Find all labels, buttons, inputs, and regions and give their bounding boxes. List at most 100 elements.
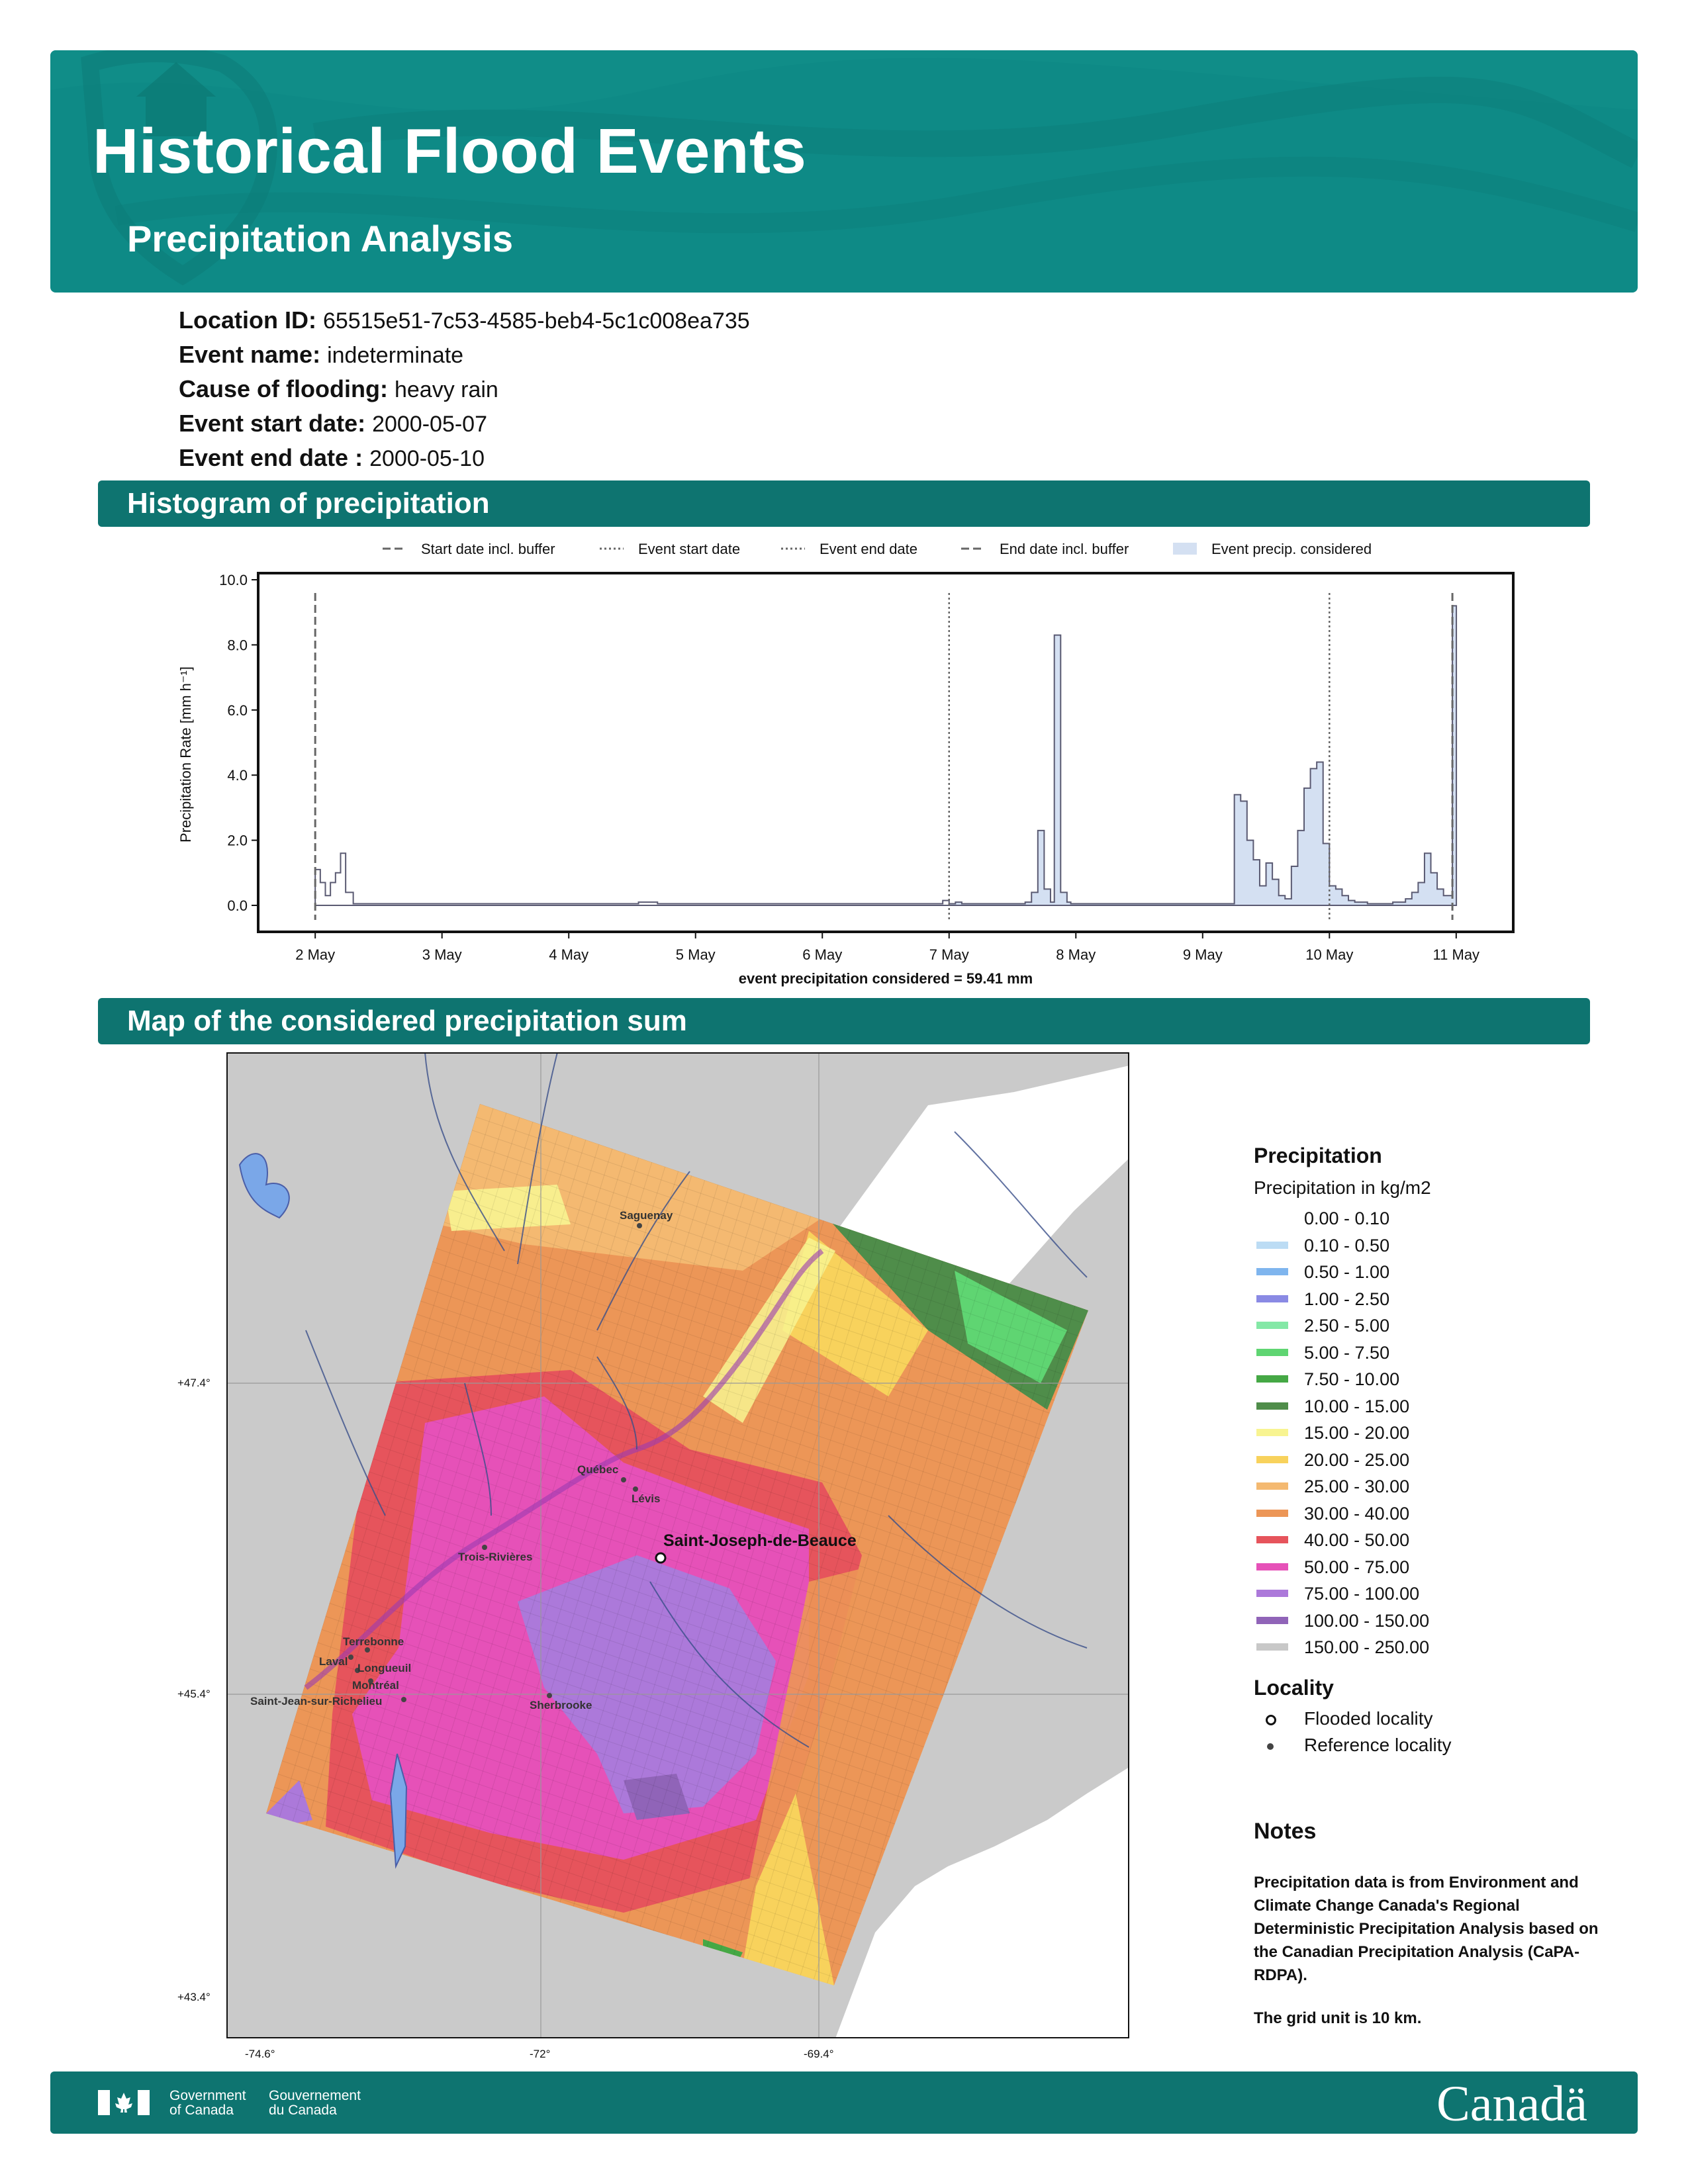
- legend-swatch: [1256, 1295, 1288, 1302]
- legend-class-item: 1.00 - 2.50: [1254, 1286, 1624, 1313]
- filled-dot-icon: [1267, 1743, 1274, 1750]
- location-id-label: Location ID:: [179, 306, 316, 334]
- precipitation-histogram: Start date incl. buffer Event start date E…: [0, 529, 1688, 993]
- legend-class-item: 150.00 - 250.00: [1254, 1634, 1624, 1661]
- location-id-row: Location ID: 65515e51-7c53-4585-beb4-5c1c…: [179, 303, 750, 338]
- trois-rivieres-dot: [482, 1545, 487, 1550]
- y-tick-label: 2.0: [227, 833, 248, 849]
- footer: Government of Canada Gouvernement du Can…: [50, 2071, 1638, 2134]
- x-tick-label: 4 May: [549, 946, 588, 963]
- legend-swatch: [1256, 1402, 1288, 1410]
- levis-label: Lévis: [632, 1492, 660, 1505]
- montreal-label: Montréal: [352, 1679, 399, 1692]
- legend-label: Start date incl. buffer: [421, 541, 555, 557]
- legend-label: Event start date: [638, 541, 740, 557]
- legend-swatch: [1256, 1322, 1288, 1329]
- map-svg: Saguenay Québec Lévis Trois-Rivières Ter…: [226, 1052, 1129, 2038]
- x-tick-label: 7 May: [929, 946, 969, 963]
- event-precip-footnote: event precipitation considered = 59.41 m…: [739, 970, 1033, 987]
- event-name-label: Event name:: [179, 341, 321, 368]
- canada-flag-icon: [98, 2090, 150, 2115]
- legend-class-label: 7.50 - 10.00: [1304, 1369, 1400, 1389]
- lon-label-69: -69.4°: [804, 2048, 834, 2060]
- legend-swatch: [1256, 1429, 1288, 1436]
- longueuil-label: Longueuil: [357, 1662, 411, 1674]
- legend-class-label: 20.00 - 25.00: [1304, 1449, 1410, 1470]
- end-date-label: Event end date :: [179, 444, 363, 471]
- histogram-chart: Start date incl. buffer Event start date E…: [177, 541, 1515, 987]
- x-tick-label: 5 May: [676, 946, 716, 963]
- cause-label: Cause of flooding:: [179, 375, 388, 402]
- terrebonne-label: Terrebonne: [343, 1635, 404, 1648]
- start-date-value: 2000-05-07: [372, 412, 487, 437]
- gov-en-line1: Government: [169, 2088, 246, 2103]
- gov-en-line2: of Canada: [169, 2103, 234, 2118]
- header-banner: Historical Flood Events Precipitation An…: [50, 50, 1638, 293]
- legend-class-label: 0.10 - 0.50: [1304, 1235, 1390, 1255]
- legend-swatch: [1256, 1214, 1288, 1222]
- legend-class-label: 30.00 - 40.00: [1304, 1503, 1410, 1524]
- legend-class-item: 30.00 - 40.00: [1254, 1500, 1624, 1527]
- x-tick-label: 10 May: [1305, 946, 1353, 963]
- legend-class-item: 2.50 - 5.00: [1254, 1312, 1624, 1340]
- x-tick-label: 6 May: [802, 946, 842, 963]
- legend-class-item: 20.00 - 25.00: [1254, 1447, 1624, 1474]
- y-tick-label: 6.0: [227, 702, 248, 719]
- legend-swatch: [1256, 1455, 1288, 1463]
- cause-value: heavy rain: [394, 377, 498, 402]
- precipitation-map: Saguenay Québec Lévis Trois-Rivières Ter…: [177, 1052, 1129, 2060]
- flooded-locality-marker: [655, 1552, 667, 1564]
- notes-text-source: Precipitation data is from Environment a…: [1254, 1874, 1599, 1984]
- canada-wordmark: Canadä: [1436, 2076, 1587, 2132]
- saint-jean-label: Saint-Jean-sur-Richelieu: [250, 1695, 382, 1707]
- saguenay-dot: [637, 1223, 642, 1228]
- x-tick-label: 3 May: [422, 946, 462, 963]
- legend-class-item: 10.00 - 15.00: [1254, 1393, 1624, 1420]
- lon-label-74: -74.6°: [245, 2048, 275, 2060]
- legend-class-label: 75.00 - 100.00: [1304, 1584, 1420, 1604]
- legend-class-label: 50.00 - 75.00: [1304, 1557, 1410, 1577]
- legend-label: Event precip. considered: [1211, 541, 1372, 557]
- legend-swatch: [1256, 1268, 1288, 1275]
- start-date-row: Event start date: 2000-05-07: [179, 406, 750, 441]
- legend-subtitle: Precipitation in kg/m2: [1254, 1177, 1431, 1198]
- end-date-row: Event end date :2000-05-10: [179, 441, 750, 475]
- legend-class-label: 100.00 - 150.00: [1304, 1610, 1430, 1631]
- saguenay-label: Saguenay: [620, 1209, 673, 1222]
- legend-title: Precipitation: [1254, 1144, 1382, 1167]
- x-tick-label: 8 May: [1056, 946, 1096, 963]
- end-date-value: 2000-05-10: [369, 446, 485, 471]
- levis-dot: [633, 1486, 638, 1492]
- legend-class-item: 0.50 - 1.00: [1254, 1259, 1624, 1286]
- legend-class-label: 15.00 - 20.00: [1304, 1423, 1410, 1443]
- event-metadata: Location ID: 65515e51-7c53-4585-beb4-5c1c…: [179, 303, 750, 475]
- legend-swatch: [1256, 1375, 1288, 1383]
- legend-class-label: 0.50 - 1.00: [1304, 1262, 1390, 1282]
- start-date-label: Event start date:: [179, 410, 366, 437]
- legend-swatch: [1256, 1509, 1288, 1517]
- legend-swatch: [1256, 1241, 1288, 1249]
- legend-class-item: 75.00 - 100.00: [1254, 1580, 1624, 1608]
- lon-label-72: -72°: [530, 2048, 551, 2060]
- cause-row: Cause of flooding: heavy rain: [179, 372, 750, 406]
- legend-classes: 0.00 - 0.10 0.10 - 0.50 0.50 - 1.00 1.00 - …: [1254, 1205, 1624, 1661]
- lat-label-47: +47.4°: [177, 1377, 211, 1389]
- trois-rivieres-label: Trois-Rivières: [458, 1551, 532, 1563]
- x-tick-label: 9 May: [1183, 946, 1223, 963]
- page-title: Historical Flood Events: [93, 116, 807, 187]
- location-id-value: 65515e51-7c53-4585-beb4-5c1c008ea735: [322, 308, 750, 334]
- legend-class-label: 40.00 - 50.00: [1304, 1530, 1410, 1550]
- y-axis-label: Precipitation Rate [mm h⁻¹]: [177, 666, 194, 842]
- quebec-dot: [621, 1477, 626, 1482]
- reference-locality-legend: Reference locality: [1254, 1732, 1624, 1758]
- legend-class-item: 15.00 - 20.00: [1254, 1420, 1624, 1447]
- gov-en: Government of Canada: [169, 2089, 246, 2118]
- notes-text-grid: The grid unit is 10 km.: [1254, 2009, 1422, 2027]
- legend-swatch: [1256, 1616, 1288, 1624]
- legend-class-label: 0.00 - 0.10: [1304, 1208, 1390, 1228]
- map-legend: Precipitation Precipitation in kg/m2 0.0…: [1254, 1144, 1624, 1758]
- legend-class-item: 25.00 - 30.00: [1254, 1473, 1624, 1500]
- histogram-section-header: Histogram of precipitation: [98, 480, 1590, 527]
- legend-class-label: 2.50 - 5.00: [1304, 1316, 1390, 1336]
- lat-label-43: +43.4°: [177, 1991, 211, 2003]
